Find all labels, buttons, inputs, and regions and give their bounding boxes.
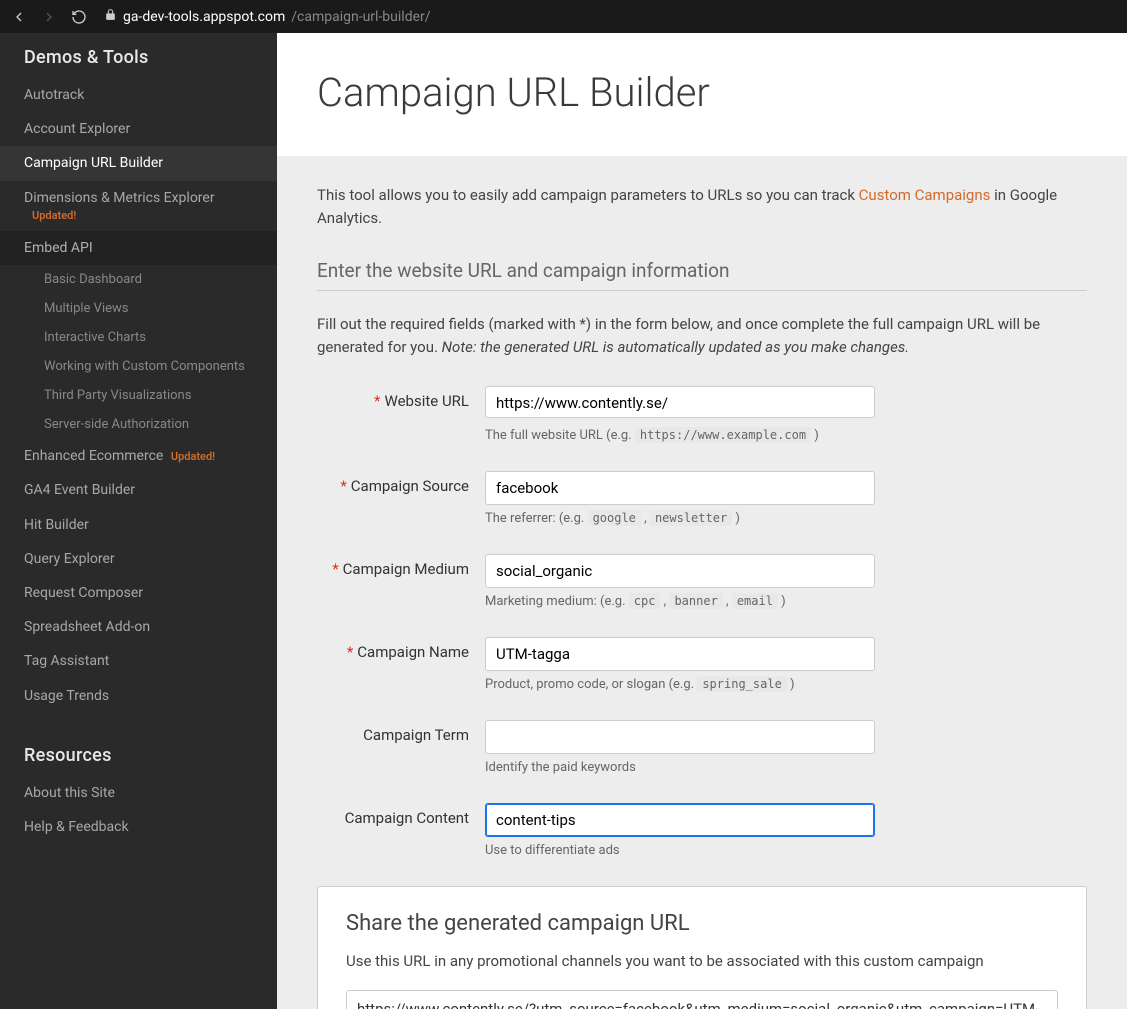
campaign-content-input[interactable] xyxy=(485,803,875,837)
label-campaign-medium: *Campaign Medium xyxy=(317,554,485,578)
intro-text: This tool allows you to easily add campa… xyxy=(317,184,1087,229)
sidebar-item-help-feedback[interactable]: Help & Feedback xyxy=(0,810,277,844)
label-campaign-source: *Campaign Source xyxy=(317,471,485,495)
sidebar-sub-custom-components[interactable]: Working with Custom Components xyxy=(0,352,277,381)
sidebar-section-resources: Resources xyxy=(0,731,277,776)
generated-url-output[interactable]: https://www.contently.se/?utm_source=fac… xyxy=(346,990,1058,1009)
result-box: Share the generated campaign URL Use thi… xyxy=(317,886,1087,1009)
sidebar-item-spreadsheet-addon[interactable]: Spreadsheet Add-on xyxy=(0,610,277,644)
sidebar-sub-interactive-charts[interactable]: Interactive Charts xyxy=(0,323,277,352)
reload-button[interactable] xyxy=(68,6,90,28)
sidebar-item-usage-trends[interactable]: Usage Trends xyxy=(0,679,277,713)
page-title: Campaign URL Builder xyxy=(317,69,1087,116)
updated-badge: Updated! xyxy=(28,209,253,223)
label-campaign-content: Campaign Content xyxy=(317,803,485,827)
sidebar-item-query-explorer[interactable]: Query Explorer xyxy=(0,542,277,576)
helper-term: Identify the paid keywords xyxy=(485,760,875,775)
sidebar-section-demos: Demos & Tools xyxy=(0,33,277,78)
browser-toolbar: ga-dev-tools.appspot.com/campaign-url-bu… xyxy=(0,0,1127,33)
sidebar-sub-server-side-auth[interactable]: Server-side Authorization xyxy=(0,410,277,439)
label-campaign-name: *Campaign Name xyxy=(317,637,485,661)
sidebar-item-hit-builder[interactable]: Hit Builder xyxy=(0,508,277,542)
sidebar-item-dimensions-metrics[interactable]: Dimensions & Metrics Explorer Updated! xyxy=(0,181,277,231)
label-campaign-term: Campaign Term xyxy=(317,720,485,744)
sidebar-item-embed-api[interactable]: Embed API xyxy=(0,231,277,265)
helper-source: The referrer: (e.g. google , newsletter … xyxy=(485,511,875,526)
row-campaign-medium: *Campaign Medium Marketing medium: (e.g.… xyxy=(317,554,1087,609)
sidebar-item-request-composer[interactable]: Request Composer xyxy=(0,576,277,610)
website-url-input[interactable]: https://www.contently.se/ xyxy=(485,386,875,418)
campaign-source-input[interactable] xyxy=(485,471,875,505)
form-instructions: Fill out the required fields (marked wit… xyxy=(317,313,1087,358)
campaign-medium-input[interactable] xyxy=(485,554,875,588)
row-website-url: *Website URL https://www.contently.se/ T… xyxy=(317,386,1087,443)
result-title: Share the generated campaign URL xyxy=(346,911,1058,936)
sidebar-item-about[interactable]: About this Site xyxy=(0,776,277,810)
row-campaign-source: *Campaign Source The referrer: (e.g. goo… xyxy=(317,471,1087,526)
row-campaign-content: Campaign Content Use to differentiate ad… xyxy=(317,803,1087,858)
helper-medium: Marketing medium: (e.g. cpc , banner , e… xyxy=(485,594,875,609)
sidebar-sub-basic-dashboard[interactable]: Basic Dashboard xyxy=(0,265,277,294)
sidebar-sub-multiple-views[interactable]: Multiple Views xyxy=(0,294,277,323)
sidebar-item-ga4-event-builder[interactable]: GA4 Event Builder xyxy=(0,473,277,507)
helper-name: Product, promo code, or slogan (e.g. spr… xyxy=(485,677,875,692)
campaign-term-input[interactable] xyxy=(485,720,875,754)
custom-campaigns-link[interactable]: Custom Campaigns xyxy=(859,186,991,204)
sidebar-item-account-explorer[interactable]: Account Explorer xyxy=(0,112,277,146)
row-campaign-name: *Campaign Name Product, promo code, or s… xyxy=(317,637,1087,692)
address-bar[interactable]: ga-dev-tools.appspot.com/campaign-url-bu… xyxy=(98,8,1119,25)
result-desc: Use this URL in any promotional channels… xyxy=(346,952,1058,970)
sidebar-item-enhanced-ecommerce[interactable]: Enhanced Ecommerce Updated! xyxy=(0,439,277,473)
main-content: Campaign URL Builder This tool allows yo… xyxy=(277,33,1127,1009)
sidebar-item-tag-assistant[interactable]: Tag Assistant xyxy=(0,644,277,678)
sidebar-item-campaign-url-builder[interactable]: Campaign URL Builder xyxy=(0,146,277,180)
updated-badge: Updated! xyxy=(171,450,215,464)
label-website-url: *Website URL xyxy=(317,386,485,410)
sidebar: Demos & Tools Autotrack Account Explorer… xyxy=(0,33,277,1009)
helper-content: Use to differentiate ads xyxy=(485,843,875,858)
forward-button[interactable] xyxy=(38,6,60,28)
campaign-name-input[interactable] xyxy=(485,637,875,671)
row-campaign-term: Campaign Term Identify the paid keywords xyxy=(317,720,1087,775)
lock-icon xyxy=(104,8,117,25)
back-button[interactable] xyxy=(8,6,30,28)
section-title: Enter the website URL and campaign infor… xyxy=(317,259,1087,291)
sidebar-sub-third-party-viz[interactable]: Third Party Visualizations xyxy=(0,381,277,410)
page-header: Campaign URL Builder xyxy=(277,33,1127,156)
url-domain: ga-dev-tools.appspot.com xyxy=(123,9,285,25)
helper-website-url: The full website URL (e.g. https://www.e… xyxy=(485,428,875,443)
sidebar-item-autotrack[interactable]: Autotrack xyxy=(0,78,277,112)
url-path: /campaign-url-builder/ xyxy=(291,9,430,25)
